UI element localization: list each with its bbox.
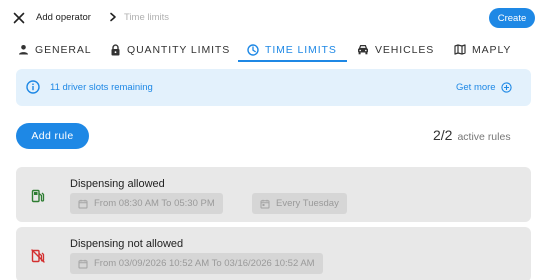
calendar-event-icon [260,199,270,208]
add-circle-icon [500,82,512,93]
tab-label: QUANTITY LIMITS [127,43,231,56]
get-more-link[interactable]: Get more [456,82,512,93]
slots-remaining-text: 11 driver slots remaining [50,82,153,93]
close-icon[interactable] [12,11,26,25]
get-more-label: Get more [456,82,496,93]
chip-text: From 03/09/2026 10:52 AM To 03/16/2026 1… [94,258,315,269]
rule-date-range-chip: From 03/09/2026 10:52 AM To 03/16/2026 1… [70,253,323,274]
rule-title: Dispensing not allowed [70,238,184,250]
slots-info-banner: 11 driver slots remaining Get more [16,69,531,106]
tab-bar: GENERAL QUANTITY LIMITS TIME LIMITS VEHI… [0,36,541,63]
car-icon [358,45,368,55]
person-icon [19,45,28,55]
active-rules-label: active rules [457,131,511,143]
tab-label: VEHICLES [375,43,435,56]
tab-label: GENERAL [35,43,92,56]
chip-text: From 08:30 AM To 05:30 PM [94,198,215,209]
chevron-right-icon [110,12,116,22]
fuel-pump-icon [31,189,45,203]
active-rules-count: 2/2 [433,127,453,143]
breadcrumb-time-limits: Time limits [124,12,170,23]
clock-icon [247,43,259,56]
chip-text: Every Tuesday [276,198,339,209]
rule-title: Dispensing allowed [70,178,165,190]
fuel-pump-off-icon [31,249,45,263]
tab-time-limits[interactable]: TIME LIMITS [247,36,337,63]
active-rules-counter: 2/2 active rules [433,127,511,143]
tab-vehicles[interactable]: VEHICLES [357,36,434,63]
rule-time-chip: From 08:30 AM To 05:30 PM [70,193,223,214]
calendar-icon [78,199,88,208]
tab-maply[interactable]: MAPLY [454,36,511,63]
rule-day-chip: Every Tuesday [252,193,347,214]
rule-card-not-allowed[interactable]: Dispensing not allowed From 03/09/2026 1… [16,227,531,280]
tab-quantity-limits[interactable]: QUANTITY LIMITS [110,36,230,63]
add-rule-button[interactable]: Add rule [16,123,89,149]
tab-general[interactable]: GENERAL [18,36,91,63]
lock-icon [111,43,120,55]
rule-card-allowed[interactable]: Dispensing allowed From 08:30 AM To 05:3… [16,167,531,222]
info-icon [26,80,40,94]
tab-label: TIME LIMITS [265,43,337,56]
create-button[interactable]: Create [489,8,535,28]
breadcrumb-add-operator[interactable]: Add operator [36,12,91,23]
calendar-icon [78,259,88,268]
tab-label: MAPLY [472,43,512,56]
map-icon [454,44,466,55]
active-tab-indicator [238,60,347,62]
top-bar: Add operator Time limits Create [0,0,541,36]
